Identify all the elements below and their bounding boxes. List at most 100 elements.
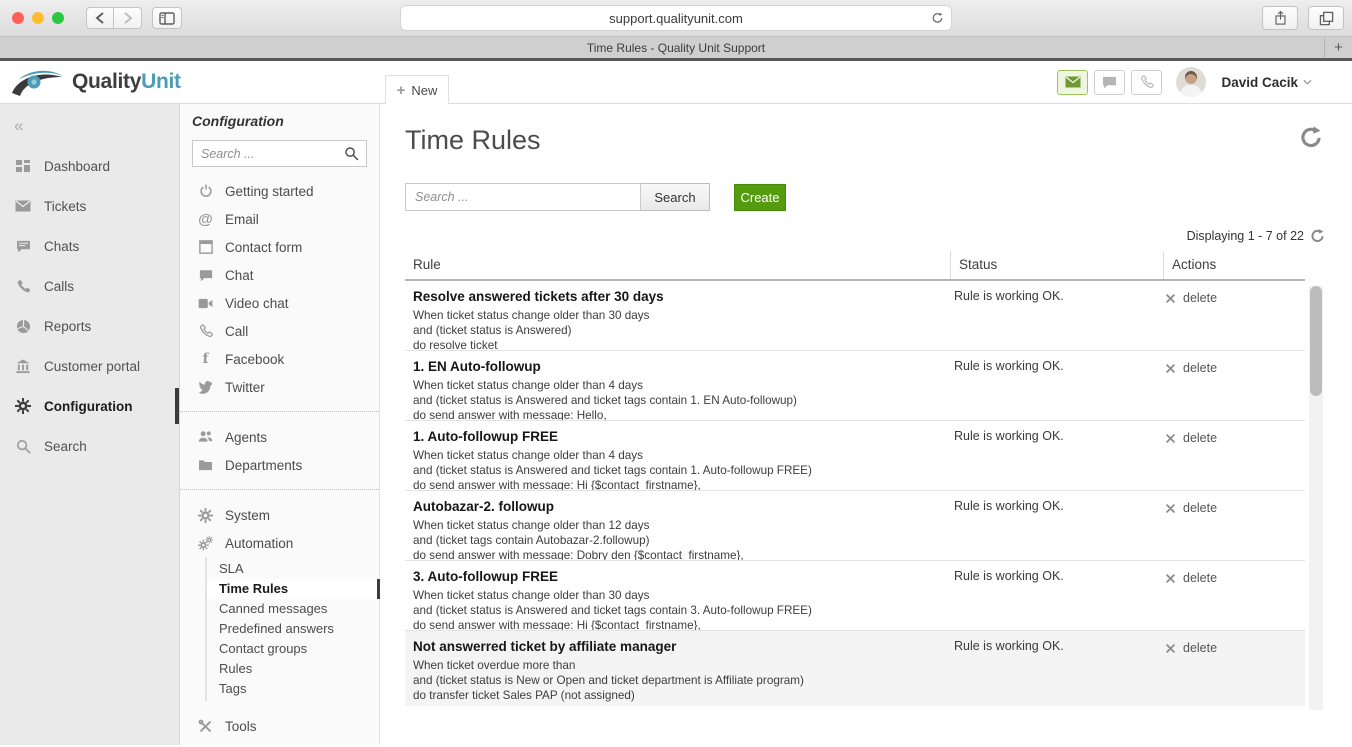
rule-condition: and (ticket status is Answered and ticke… bbox=[413, 463, 950, 478]
share-button[interactable] bbox=[1262, 6, 1298, 30]
mail-channel-button[interactable] bbox=[1057, 70, 1088, 95]
table-row[interactable]: 1. Auto-followup FREE When ticket status… bbox=[405, 421, 1305, 491]
chat-bubble-icon bbox=[197, 269, 214, 282]
rule-condition: and (ticket status is Answered and ticke… bbox=[413, 393, 950, 408]
rule-title[interactable]: 1. Auto-followup FREE bbox=[413, 429, 950, 444]
configuration-search[interactable] bbox=[192, 140, 367, 167]
at-sign-icon: @ bbox=[197, 211, 214, 228]
sub-item-contact-groups[interactable]: Contact groups bbox=[207, 639, 379, 659]
user-menu[interactable]: David Cacik bbox=[1221, 75, 1312, 90]
displaying-label: Displaying 1 - 7 of 22 bbox=[1187, 229, 1304, 243]
sidebar-item-search[interactable]: Search bbox=[0, 426, 179, 466]
avatar[interactable] bbox=[1176, 67, 1206, 97]
config-item-contact-form[interactable]: Contact form bbox=[180, 233, 379, 261]
config-item-email[interactable]: @ Email bbox=[180, 205, 379, 233]
rule-title[interactable]: Resolve answered tickets after 30 days bbox=[413, 289, 950, 304]
config-item-agents[interactable]: Agents bbox=[180, 423, 379, 451]
rule-title[interactable]: Autobazar-2. followup bbox=[413, 499, 950, 514]
pie-chart-icon bbox=[14, 319, 32, 334]
x-icon bbox=[1166, 434, 1175, 443]
x-icon bbox=[1166, 644, 1175, 653]
form-icon bbox=[197, 240, 214, 254]
chat-channel-button[interactable] bbox=[1094, 70, 1125, 95]
delete-button[interactable]: delete bbox=[1166, 641, 1305, 655]
back-button[interactable] bbox=[86, 7, 114, 29]
minimize-window-button[interactable] bbox=[32, 12, 44, 24]
rule-title[interactable]: 3. Auto-followup FREE bbox=[413, 569, 950, 584]
rule-title[interactable]: Not answerred ticket by affiliate manage… bbox=[413, 639, 950, 654]
sidebar-item-customer-portal[interactable]: Customer portal bbox=[0, 346, 179, 386]
sidebar-item-tickets[interactable]: Tickets bbox=[0, 186, 179, 226]
show-tabs-button[interactable] bbox=[1308, 6, 1344, 30]
sub-item-rules[interactable]: Rules bbox=[207, 659, 379, 679]
reload-button[interactable] bbox=[931, 11, 944, 25]
call-channel-button[interactable] bbox=[1131, 70, 1162, 95]
delete-button[interactable]: delete bbox=[1166, 291, 1305, 305]
close-window-button[interactable] bbox=[12, 12, 24, 24]
rules-search-input[interactable] bbox=[405, 183, 641, 211]
collapse-sidebar-button[interactable]: « bbox=[0, 112, 179, 146]
search-button[interactable]: Search bbox=[641, 183, 710, 211]
config-item-video-chat[interactable]: Video chat bbox=[180, 289, 379, 317]
new-tab-button[interactable]: + bbox=[1324, 37, 1352, 58]
search-icon[interactable] bbox=[344, 146, 359, 161]
config-item-chat[interactable]: Chat bbox=[180, 261, 379, 289]
refresh-list-button[interactable] bbox=[1310, 228, 1325, 244]
sidebar-item-reports[interactable]: Reports bbox=[0, 306, 179, 346]
config-item-getting-started[interactable]: Getting started bbox=[180, 177, 379, 205]
delete-button[interactable]: delete bbox=[1166, 431, 1305, 445]
tab-title[interactable]: Time Rules - Quality Unit Support bbox=[0, 41, 1352, 55]
refresh-button[interactable] bbox=[1299, 125, 1323, 150]
table-row[interactable]: 1. EN Auto-followup When ticket status c… bbox=[405, 351, 1305, 421]
sidebar-item-configuration[interactable]: Configuration bbox=[0, 386, 179, 426]
table-row[interactable]: Autobazar-2. followup When ticket status… bbox=[405, 491, 1305, 561]
sidebar-item-chats[interactable]: Chats bbox=[0, 226, 179, 266]
sub-item-time-rules[interactable]: Time Rules bbox=[207, 579, 379, 599]
column-header-status[interactable]: Status bbox=[950, 251, 1163, 279]
refresh-icon bbox=[1299, 125, 1323, 150]
address-bar[interactable]: support.qualityunit.com bbox=[400, 5, 952, 31]
config-item-twitter[interactable]: Twitter bbox=[180, 373, 379, 401]
config-item-automation[interactable]: Automation bbox=[180, 529, 379, 557]
rule-title[interactable]: 1. EN Auto-followup bbox=[413, 359, 950, 374]
main-sidebar: « Dashboard Tickets Chats Calls Reports … bbox=[0, 104, 180, 745]
config-item-call[interactable]: Call bbox=[180, 317, 379, 345]
zoom-window-button[interactable] bbox=[52, 12, 64, 24]
tools-icon bbox=[197, 719, 214, 734]
sub-item-canned-messages[interactable]: Canned messages bbox=[207, 599, 379, 619]
table-header: Rule Status Actions bbox=[405, 251, 1305, 281]
reload-icon bbox=[931, 11, 944, 25]
rule-condition: When ticket status change older than 12 … bbox=[413, 518, 950, 533]
delete-button[interactable]: delete bbox=[1166, 361, 1305, 375]
table-scrollbar[interactable] bbox=[1309, 286, 1323, 710]
column-header-actions[interactable]: Actions bbox=[1163, 251, 1305, 279]
main-content: Time Rules Search Create Displaying 1 - … bbox=[380, 104, 1352, 745]
chevron-down-icon bbox=[1303, 79, 1312, 85]
sub-item-sla[interactable]: SLA bbox=[207, 559, 379, 579]
url-text: support.qualityunit.com bbox=[609, 11, 743, 26]
rule-condition: When ticket status change older than 30 … bbox=[413, 308, 950, 323]
sidebar-item-dashboard[interactable]: Dashboard bbox=[0, 146, 179, 186]
config-item-tools[interactable]: Tools bbox=[180, 712, 379, 740]
forward-button[interactable] bbox=[114, 7, 142, 29]
new-button[interactable]: + New bbox=[385, 75, 449, 104]
table-row[interactable]: 3. Auto-followup FREE When ticket status… bbox=[405, 561, 1305, 631]
sidebar-item-calls[interactable]: Calls bbox=[0, 266, 179, 306]
rule-condition: and (ticket tags contain Autobazar-2.fol… bbox=[413, 533, 950, 548]
config-item-system[interactable]: System bbox=[180, 501, 379, 529]
table-row[interactable]: Not answerred ticket by affiliate manage… bbox=[405, 631, 1305, 706]
rule-action: do transfer ticket Sales PAP (not assign… bbox=[413, 688, 950, 703]
table-row[interactable]: Resolve answered tickets after 30 days W… bbox=[405, 281, 1305, 351]
config-item-facebook[interactable]: f Facebook bbox=[180, 345, 379, 373]
delete-button[interactable]: delete bbox=[1166, 501, 1305, 515]
app-header: QualityUnit + New David Cacik bbox=[0, 61, 1352, 104]
configuration-search-input[interactable] bbox=[193, 147, 333, 161]
sidebar-toggle-button[interactable] bbox=[152, 7, 182, 29]
config-item-departments[interactable]: Departments bbox=[180, 451, 379, 479]
delete-button[interactable]: delete bbox=[1166, 571, 1305, 585]
column-header-rule[interactable]: Rule bbox=[405, 251, 950, 279]
sub-item-predefined-answers[interactable]: Predefined answers bbox=[207, 619, 379, 639]
scrollbar-thumb[interactable] bbox=[1310, 286, 1322, 396]
sub-item-tags[interactable]: Tags bbox=[207, 679, 379, 699]
create-button[interactable]: Create bbox=[734, 184, 786, 211]
